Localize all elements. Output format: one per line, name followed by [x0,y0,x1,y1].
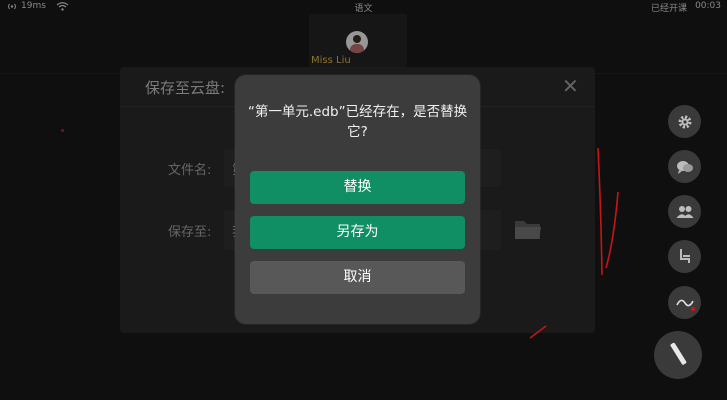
dialog-message: “第一单元.edb”已经存在，是否替换它? [247,104,468,140]
cancel-button[interactable]: 取消 [250,261,465,294]
save-as-button[interactable]: 另存为 [250,216,465,249]
replace-button[interactable]: 替换 [250,171,465,204]
